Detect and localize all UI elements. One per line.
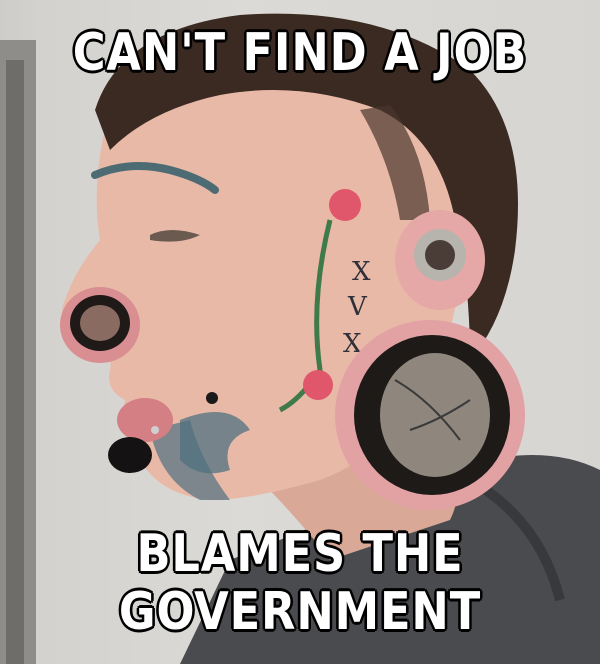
bottom-caption-line-1: BLAMES THE — [136, 524, 464, 584]
ear-upper-tunnel-hole — [425, 240, 455, 270]
lip — [117, 398, 173, 442]
bottom-caption-line-2: GOVERNMENT — [118, 582, 482, 642]
chin-piercing — [206, 392, 218, 404]
lip-piercing — [151, 426, 159, 434]
bottom-caption: BLAMES THE GOVERNMENT — [42, 524, 558, 642]
flower-tattoo-bottom — [303, 370, 333, 400]
ear-lobe-tunnel-inner — [380, 353, 490, 477]
flower-tattoo-top — [329, 189, 361, 221]
lip-plug — [108, 437, 152, 473]
tattoo-letter-1: X — [352, 257, 371, 287]
top-caption: CAN'T FIND A JOB — [72, 23, 528, 83]
door-frame-inner — [6, 60, 24, 664]
tattoo-letter-2: V — [347, 292, 368, 322]
meme-image: X V X CAN'T FIND A JOB BLAMES THE GOVERN… — [0, 0, 600, 664]
nose-plug-hole — [80, 305, 120, 341]
